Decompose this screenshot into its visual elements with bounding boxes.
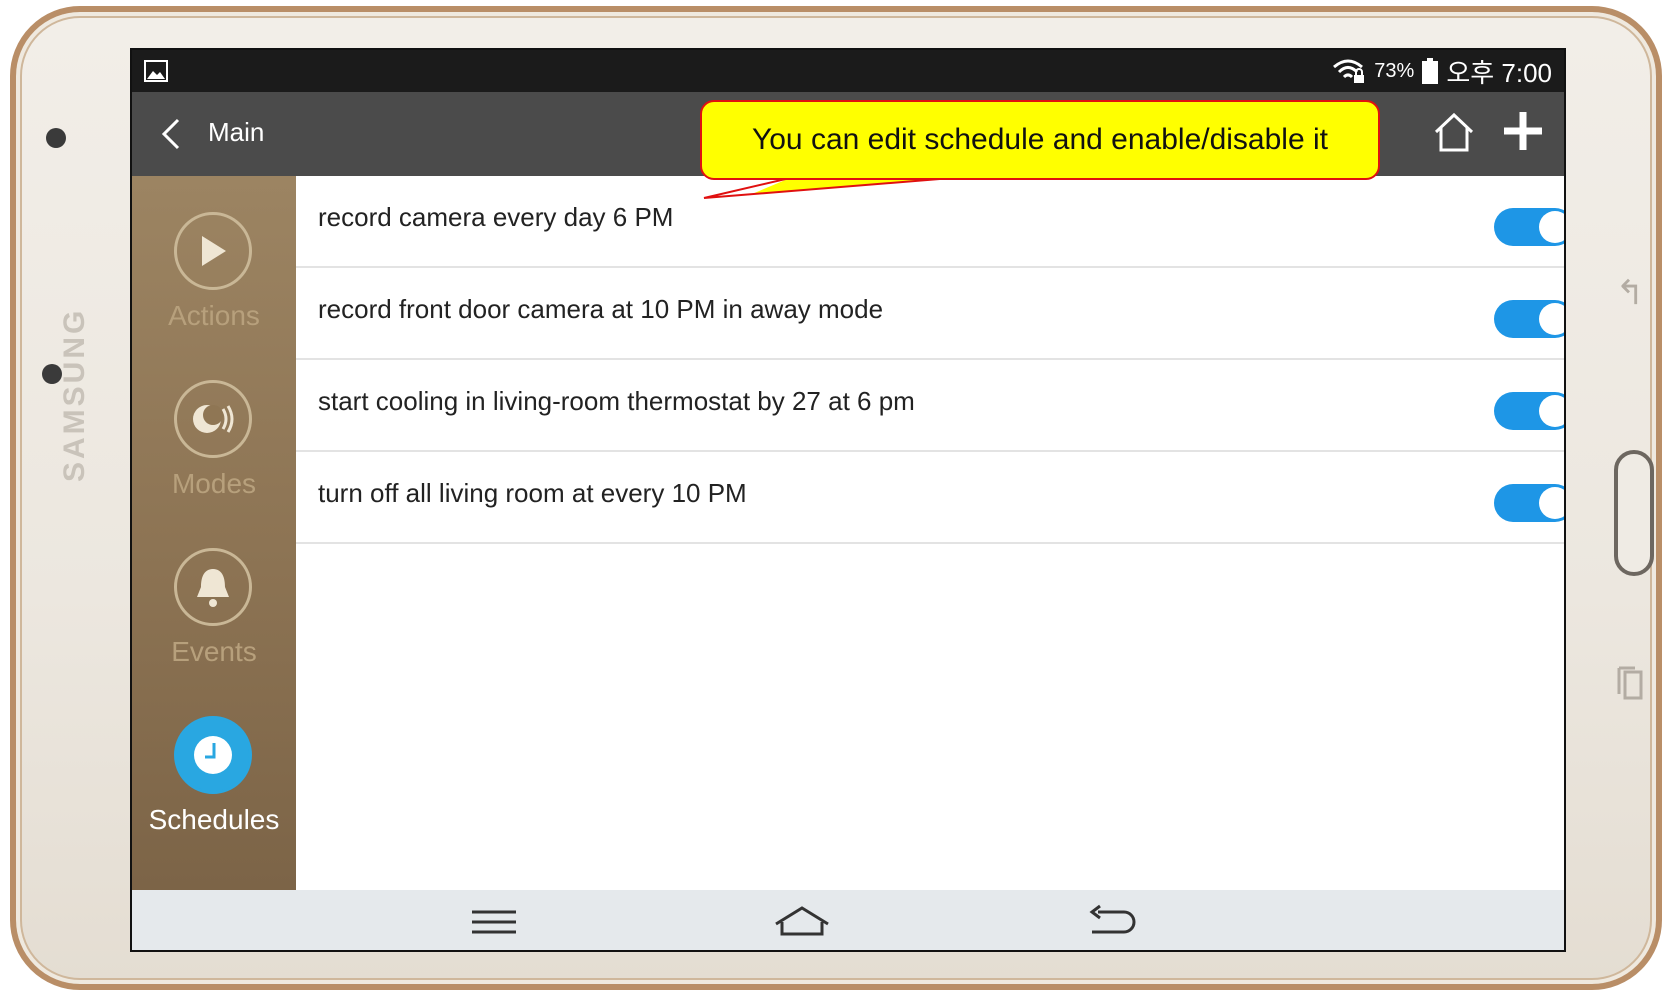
schedule-toggle[interactable] bbox=[1494, 300, 1564, 338]
toggle-knob bbox=[1539, 487, 1564, 519]
device-brand: SAMSUNG bbox=[58, 307, 91, 482]
schedule-toggle[interactable] bbox=[1494, 208, 1564, 246]
schedule-text[interactable]: record camera every day 6 PM bbox=[318, 202, 673, 233]
sidebar-item-label: Actions bbox=[168, 300, 260, 331]
hw-home-button[interactable] bbox=[1614, 450, 1654, 576]
front-camera bbox=[46, 128, 66, 148]
bell-icon bbox=[174, 548, 252, 626]
gallery-icon bbox=[144, 60, 168, 82]
play-icon bbox=[174, 212, 252, 290]
toggle-knob bbox=[1539, 303, 1564, 335]
wifi-lock-icon bbox=[1333, 59, 1365, 83]
back-icon[interactable] bbox=[156, 114, 186, 154]
hw-recent-icon[interactable]: ↰ bbox=[1610, 268, 1650, 318]
nav-home-icon[interactable] bbox=[772, 900, 832, 944]
sidebar-item-label: Modes bbox=[171, 468, 257, 499]
sidebar-item-events[interactable]: Events bbox=[132, 548, 296, 698]
hw-back-icon[interactable] bbox=[1610, 664, 1650, 714]
device-screen: 73% 오후 7:00 Main Actions Modes Events Sc… bbox=[130, 48, 1566, 952]
nav-back-icon[interactable] bbox=[1084, 900, 1144, 944]
schedule-text[interactable]: record front door camera at 10 PM in awa… bbox=[318, 294, 883, 325]
schedule-row[interactable]: record front door camera at 10 PM in awa… bbox=[296, 268, 1564, 360]
menu-icon[interactable] bbox=[464, 900, 524, 944]
home-icon[interactable] bbox=[1432, 110, 1476, 154]
sidebar-item-label: Schedules bbox=[148, 804, 280, 835]
schedule-text[interactable]: turn off all living room at every 10 PM bbox=[318, 478, 747, 509]
status-bar: 73% 오후 7:00 bbox=[132, 50, 1564, 92]
battery-percent: 73% bbox=[1374, 59, 1415, 82]
schedule-row[interactable]: turn off all living room at every 10 PM bbox=[296, 452, 1564, 544]
sidebar-item-actions[interactable]: Actions bbox=[132, 212, 296, 362]
schedule-text[interactable]: start cooling in living-room thermostat … bbox=[318, 386, 915, 417]
add-icon[interactable] bbox=[1500, 108, 1546, 154]
app-title[interactable]: Main bbox=[208, 112, 264, 152]
schedule-toggle[interactable] bbox=[1494, 484, 1564, 522]
sidebar-item-label: Events bbox=[171, 636, 257, 667]
mode-icon bbox=[174, 380, 252, 458]
sidebar-item-modes[interactable]: Modes bbox=[132, 380, 296, 530]
toggle-knob bbox=[1539, 395, 1564, 427]
schedule-row[interactable]: record camera every day 6 PM bbox=[296, 176, 1564, 268]
tutorial-callout: You can edit schedule and enable/disable… bbox=[700, 100, 1380, 180]
toggle-knob bbox=[1539, 211, 1564, 243]
battery-icon bbox=[1422, 58, 1439, 84]
schedule-list: record camera every day 6 PM record fron… bbox=[296, 176, 1564, 544]
schedule-toggle[interactable] bbox=[1494, 392, 1564, 430]
sidebar: Actions Modes Events Schedules bbox=[132, 176, 296, 890]
status-time: 오후 7:00 bbox=[1446, 57, 1552, 88]
sidebar-item-schedules[interactable]: Schedules bbox=[132, 716, 296, 866]
schedule-row[interactable]: start cooling in living-room thermostat … bbox=[296, 360, 1564, 452]
system-nav-bar bbox=[132, 890, 1564, 950]
clock-icon bbox=[174, 716, 252, 794]
